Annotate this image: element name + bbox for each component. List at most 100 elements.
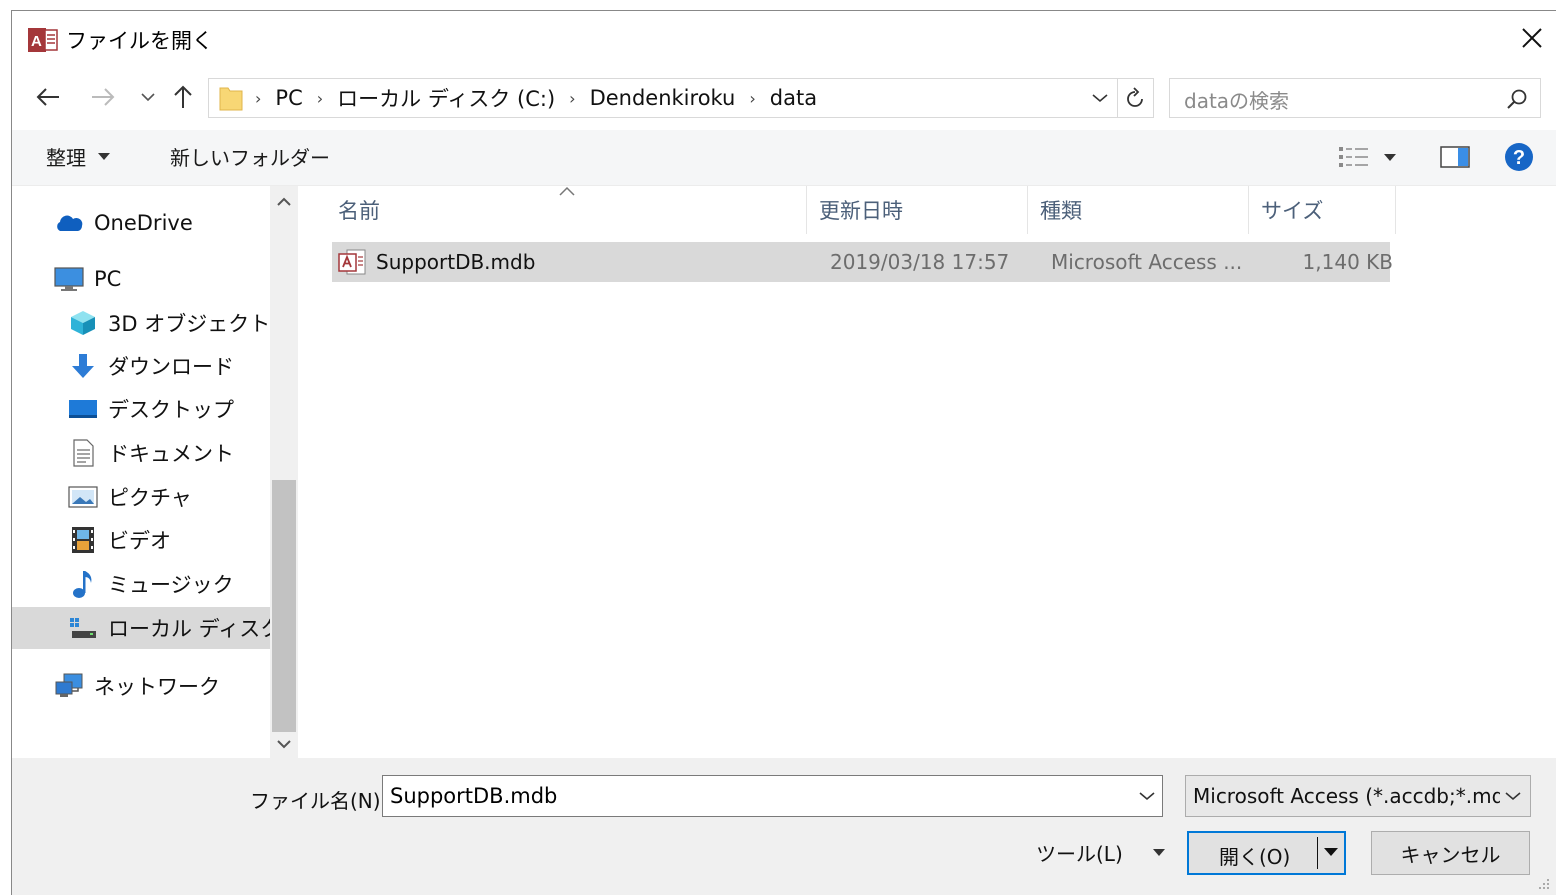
filename-history-button[interactable] xyxy=(1132,776,1162,816)
column-header-size[interactable]: サイズ xyxy=(1249,186,1396,234)
desktop-icon xyxy=(68,395,98,423)
search-input[interactable]: dataの検索 xyxy=(1169,78,1541,118)
scroll-up-button[interactable] xyxy=(270,188,298,216)
breadcrumb-item-pc[interactable]: PC xyxy=(275,86,302,110)
chevron-down-icon xyxy=(1505,792,1521,801)
file-name-cell: SupportDB.mdb xyxy=(338,242,535,282)
tools-label: ツール(L) xyxy=(1036,842,1123,866)
breadcrumb-item-data[interactable]: data xyxy=(770,86,817,110)
table-row[interactable]: SupportDB.mdb 2019/03/18 17:57 Microsoft… xyxy=(332,242,1393,282)
address-history-button[interactable] xyxy=(1085,79,1115,117)
organize-label: 整理 xyxy=(46,146,86,170)
file-type-dropdown-button[interactable] xyxy=(1500,776,1526,816)
navigation-pane: OneDrive PC 3D オブジェクト ダウンロード デスクトップ ドキュメ… xyxy=(12,186,270,758)
sidebar-item-pictures[interactable]: ピクチャ xyxy=(12,476,270,518)
help-icon: ? xyxy=(1505,143,1533,171)
open-options-arrow-icon[interactable] xyxy=(1324,848,1338,856)
filename-value[interactable]: SupportDB.mdb xyxy=(390,784,557,808)
preview-pane-button[interactable] xyxy=(1438,140,1472,174)
filename-label: ファイル名(N): xyxy=(250,789,388,813)
open-button[interactable]: 開く(O) xyxy=(1187,831,1346,875)
sidebar-item-onedrive[interactable]: OneDrive xyxy=(12,202,270,244)
refresh-button[interactable] xyxy=(1117,79,1153,117)
sidebar-item-videos[interactable]: ビデオ xyxy=(12,519,270,561)
title-bar: A ファイルを開く xyxy=(12,11,1556,65)
back-button[interactable] xyxy=(32,81,64,113)
address-bar[interactable]: › PC › ローカル ディスク (C:) › Dendenkiroku › d… xyxy=(208,78,1154,118)
svg-text:A: A xyxy=(31,33,42,50)
file-type-select[interactable]: Microsoft Access (*.accdb;*.md xyxy=(1185,775,1531,817)
navigation-scrollbar[interactable] xyxy=(270,186,298,758)
folder-icon xyxy=(219,85,243,111)
refresh-icon xyxy=(1126,87,1143,107)
file-modified: 2019/03/18 17:57 xyxy=(830,250,1010,274)
back-arrow-icon xyxy=(36,88,59,106)
column-header-modified[interactable]: 更新日時 xyxy=(807,186,1028,234)
pc-monitor-icon xyxy=(54,265,84,293)
caret-down-icon xyxy=(1384,153,1396,161)
breadcrumb-separator-icon: › xyxy=(316,88,324,108)
command-toolbar: 整理 新しいフォルダー ? xyxy=(12,130,1556,186)
onedrive-cloud-icon xyxy=(54,209,84,237)
up-button[interactable] xyxy=(167,81,199,113)
split-divider xyxy=(1317,837,1318,869)
sidebar-item-pc[interactable]: PC xyxy=(12,258,270,300)
sidebar-item-label: ビデオ xyxy=(108,529,171,553)
sort-ascending-icon xyxy=(559,186,575,196)
video-film-icon xyxy=(68,526,98,554)
dialog-title: ファイルを開く xyxy=(66,29,213,53)
resize-grip-icon[interactable] xyxy=(1538,878,1550,890)
tools-menu-button[interactable]: ツール(L) xyxy=(1036,838,1165,867)
view-options-button[interactable] xyxy=(1337,140,1397,174)
close-button[interactable] xyxy=(1508,17,1556,59)
close-icon xyxy=(1522,28,1542,48)
network-icon xyxy=(54,672,84,700)
file-name: SupportDB.mdb xyxy=(376,250,536,274)
sidebar-item-music[interactable]: ミュージック xyxy=(12,563,270,605)
sidebar-item-label: ドキュメント xyxy=(108,442,234,466)
breadcrumb-item-local-disk[interactable]: ローカル ディスク (C:) xyxy=(337,83,555,113)
file-list: 名前 更新日時 種類 サイズ SupportDB.mdb 2019/03/18 … xyxy=(312,186,1556,758)
svg-text:?: ? xyxy=(1513,147,1525,169)
dialog-footer: ファイル名(N): SupportDB.mdb Microsoft Access… xyxy=(12,758,1556,895)
preview-pane-icon xyxy=(1440,146,1470,168)
column-header-label: 種類 xyxy=(1040,199,1082,223)
caret-down-icon xyxy=(98,153,110,160)
scroll-down-button[interactable] xyxy=(270,730,298,758)
search-icon[interactable] xyxy=(1506,88,1528,110)
sidebar-item-downloads[interactable]: ダウンロード xyxy=(12,345,270,387)
music-note-icon xyxy=(68,570,98,598)
chevron-down-icon xyxy=(1092,94,1108,103)
forward-button[interactable] xyxy=(87,81,119,113)
organize-menu-button[interactable]: 整理 xyxy=(46,142,110,171)
help-button[interactable]: ? xyxy=(1502,140,1536,174)
sidebar-item-network[interactable]: ネットワーク xyxy=(12,665,270,707)
breadcrumb: › PC › ローカル ディスク (C:) › Dendenkiroku › d… xyxy=(249,79,817,117)
details-view-icon xyxy=(1339,147,1368,167)
column-header-type[interactable]: 種類 xyxy=(1028,186,1249,234)
sidebar-item-desktop[interactable]: デスクトップ xyxy=(12,388,270,430)
breadcrumb-item-dendenkiroku[interactable]: Dendenkiroku xyxy=(590,86,736,110)
column-header-label: サイズ xyxy=(1261,199,1324,223)
scroll-thumb[interactable] xyxy=(272,480,296,732)
sidebar-item-documents[interactable]: ドキュメント xyxy=(12,432,270,474)
cancel-button[interactable]: キャンセル xyxy=(1371,831,1530,875)
search-placeholder: dataの検索 xyxy=(1184,89,1290,113)
file-type: Microsoft Access ... xyxy=(1051,250,1243,274)
breadcrumb-separator-icon: › xyxy=(569,88,576,108)
filename-field[interactable]: SupportDB.mdb xyxy=(382,775,1163,817)
new-folder-button[interactable]: 新しいフォルダー xyxy=(170,142,330,171)
sidebar-item-label: ピクチャ xyxy=(108,486,192,510)
sidebar-item-3d-objects[interactable]: 3D オブジェクト xyxy=(12,302,270,344)
open-file-dialog: A ファイルを開く › PC › ローカル ディスク (C:) › Denden… xyxy=(11,10,1556,895)
up-arrow-icon xyxy=(174,85,192,108)
sidebar-item-label: ローカル ディスク (C xyxy=(108,617,270,641)
sidebar-item-label: デスクトップ xyxy=(108,398,234,422)
recent-locations-button[interactable] xyxy=(132,81,164,113)
breadcrumb-separator-icon: › xyxy=(255,88,262,108)
column-header-name[interactable]: 名前 xyxy=(312,186,807,234)
sidebar-item-label: ネットワーク xyxy=(94,675,220,699)
sidebar-item-label: ダウンロード xyxy=(108,355,234,379)
sidebar-item-local-disk[interactable]: ローカル ディスク (C xyxy=(12,607,270,649)
new-folder-label: 新しいフォルダー xyxy=(170,146,330,170)
